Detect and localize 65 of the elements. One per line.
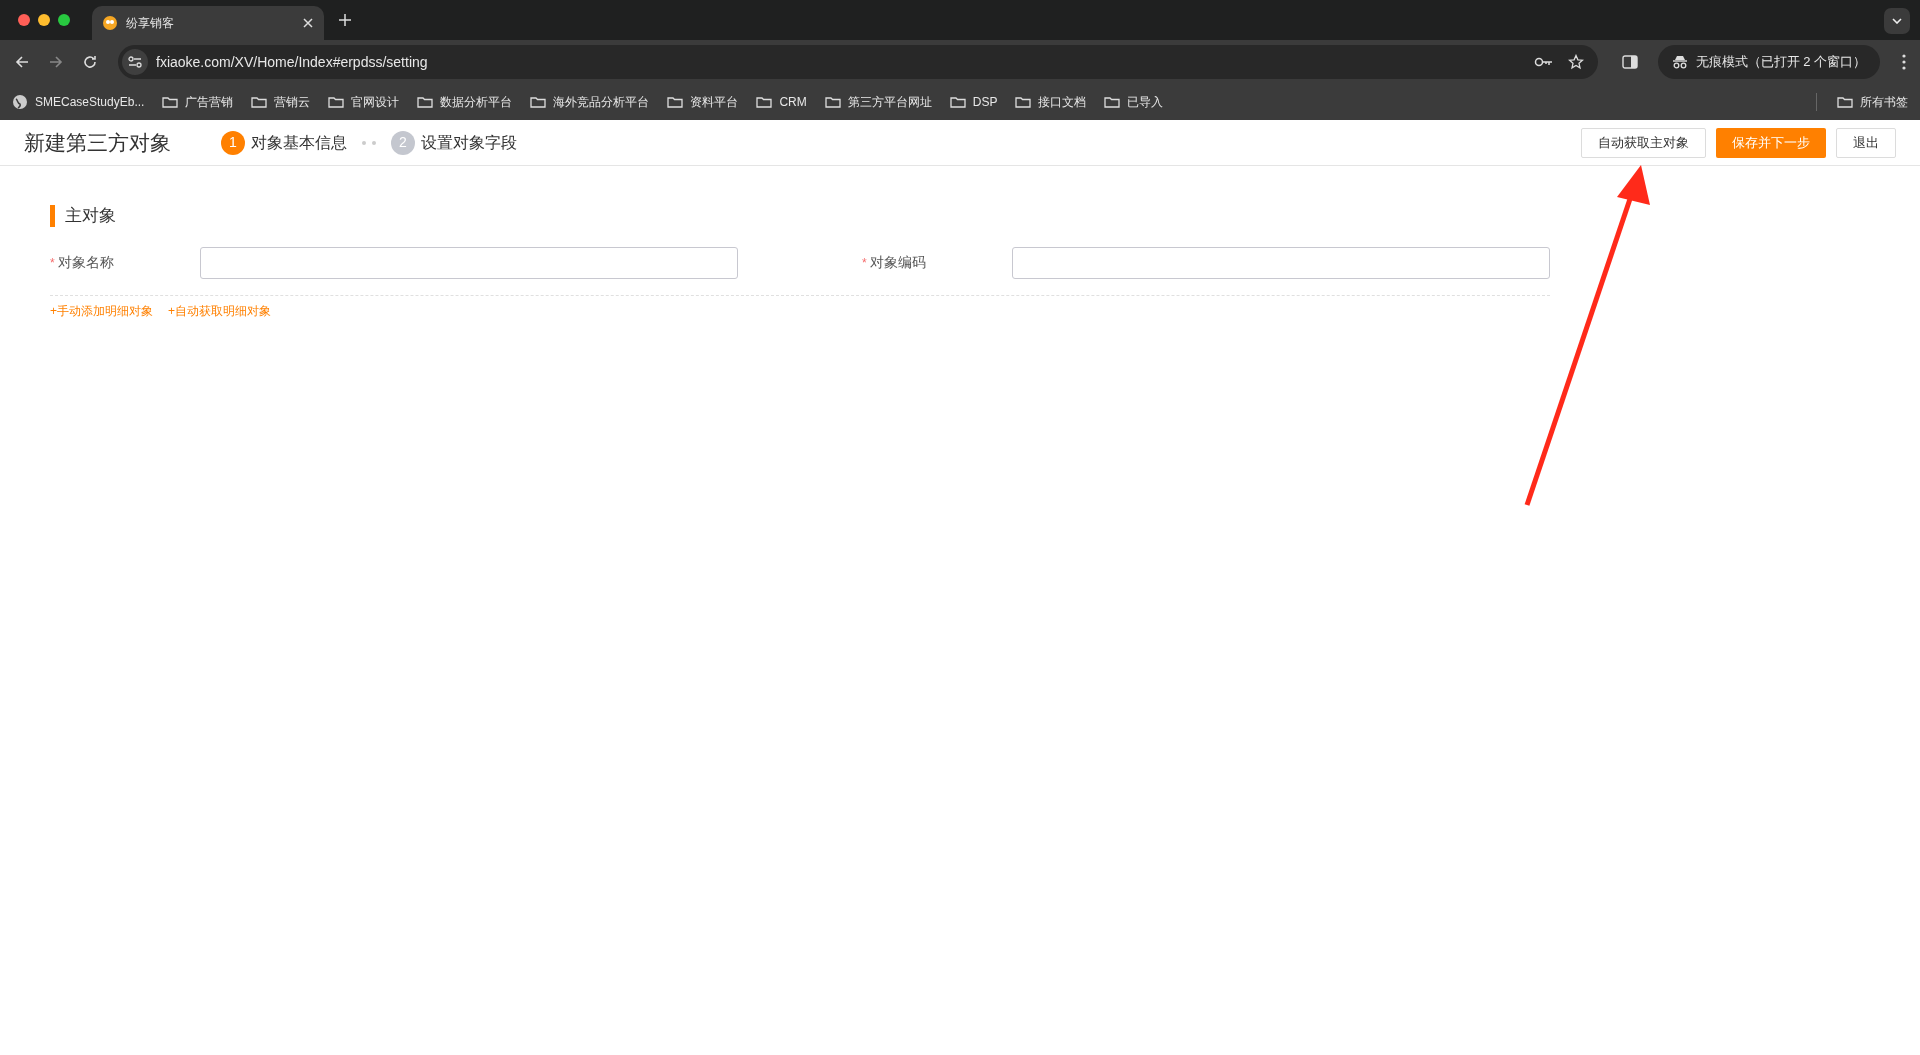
header-button[interactable]: 退出 <box>1836 127 1896 158</box>
step-connector-icon <box>361 140 377 145</box>
bookmark-item[interactable]: 广告营销 <box>162 93 234 111</box>
step-label: 对象基本信息 <box>251 132 347 153</box>
window-control-icon[interactable] <box>18 14 30 26</box>
globe-icon <box>12 94 28 110</box>
tab-search-button[interactable] <box>1884 8 1910 34</box>
new-tab-icon[interactable] <box>338 13 352 27</box>
bookmark-item[interactable]: 海外竞品分析平台 <box>530 93 650 111</box>
folder-icon <box>417 95 434 109</box>
step-number: 1 <box>221 130 245 155</box>
folder-icon <box>1104 95 1121 109</box>
field-label: 对象名称 <box>57 253 114 272</box>
folder-icon <box>530 95 547 109</box>
forward-arrow-icon[interactable] <box>48 54 64 70</box>
browser-tab[interactable]: 纷享销客 <box>92 6 324 40</box>
section-accent-bar <box>50 204 55 227</box>
bookmark-item[interactable]: 资料平台 <box>667 93 739 111</box>
all-bookmarks-item[interactable]: 所有书签 <box>1837 93 1908 111</box>
window-control-icon[interactable] <box>38 14 50 26</box>
folder-icon <box>667 95 684 109</box>
close-icon[interactable] <box>302 17 314 29</box>
folder-icon <box>949 95 966 109</box>
incognito-badge[interactable]: 无痕模式（已打开 2 个窗口） <box>1657 45 1880 79</box>
folder-icon <box>756 95 773 109</box>
address-bar[interactable]: fxiaoke.com/XV/Home/Index#erpdss/setting <box>118 45 1598 79</box>
bookmark-item[interactable]: 数据分析平台 <box>417 93 513 111</box>
incognito-icon <box>1671 55 1688 69</box>
folder-icon <box>328 95 345 109</box>
folder-icon <box>824 95 841 109</box>
required-mark: * <box>862 254 867 272</box>
tab-title: 纷享销客 <box>126 15 175 32</box>
bookmark-item[interactable]: 营销云 <box>251 93 311 111</box>
folder-icon <box>1837 95 1853 109</box>
chevron-down-icon <box>1892 18 1902 24</box>
bookmark-item[interactable]: 接口文档 <box>1015 93 1087 111</box>
key-icon[interactable] <box>1533 56 1554 68</box>
url-text: fxiaoke.com/XV/Home/Index#erpdss/setting <box>156 52 429 72</box>
bookmark-item[interactable]: 官网设计 <box>328 93 400 111</box>
site-settings-icon <box>128 56 142 68</box>
bookmark-item[interactable]: DSP <box>949 93 998 111</box>
step-label: 设置对象字段 <box>421 132 517 153</box>
input-field[interactable] <box>1012 246 1550 279</box>
required-mark: * <box>50 254 55 272</box>
bookmark-item[interactable]: SMECaseStudyEb... <box>12 93 145 111</box>
folder-icon <box>162 95 179 109</box>
field-label: 对象编码 <box>869 253 926 272</box>
reload-icon[interactable] <box>82 54 98 70</box>
bookmark-item[interactable]: CRM <box>756 93 807 111</box>
star-icon[interactable] <box>1567 54 1584 70</box>
window-control-icon[interactable] <box>58 14 70 26</box>
header-button[interactable]: 自动获取主对象 <box>1581 127 1706 158</box>
section-title: 主对象 <box>65 205 116 227</box>
page-title: 新建第三方对象 <box>24 129 171 156</box>
more-menu-icon[interactable] <box>1902 54 1906 70</box>
step-number: 2 <box>391 130 415 155</box>
side-panel-icon[interactable] <box>1621 55 1638 69</box>
bookmark-item[interactable]: 已导入 <box>1104 93 1164 111</box>
incognito-label: 无痕模式（已打开 2 个窗口） <box>1695 53 1866 72</box>
folder-icon <box>251 95 268 109</box>
folder-icon <box>1015 95 1032 109</box>
bookmark-item[interactable]: 第三方平台网址 <box>824 93 932 111</box>
input-field[interactable] <box>200 246 738 279</box>
back-arrow-icon[interactable] <box>14 54 30 70</box>
app-logo-icon <box>102 15 118 31</box>
